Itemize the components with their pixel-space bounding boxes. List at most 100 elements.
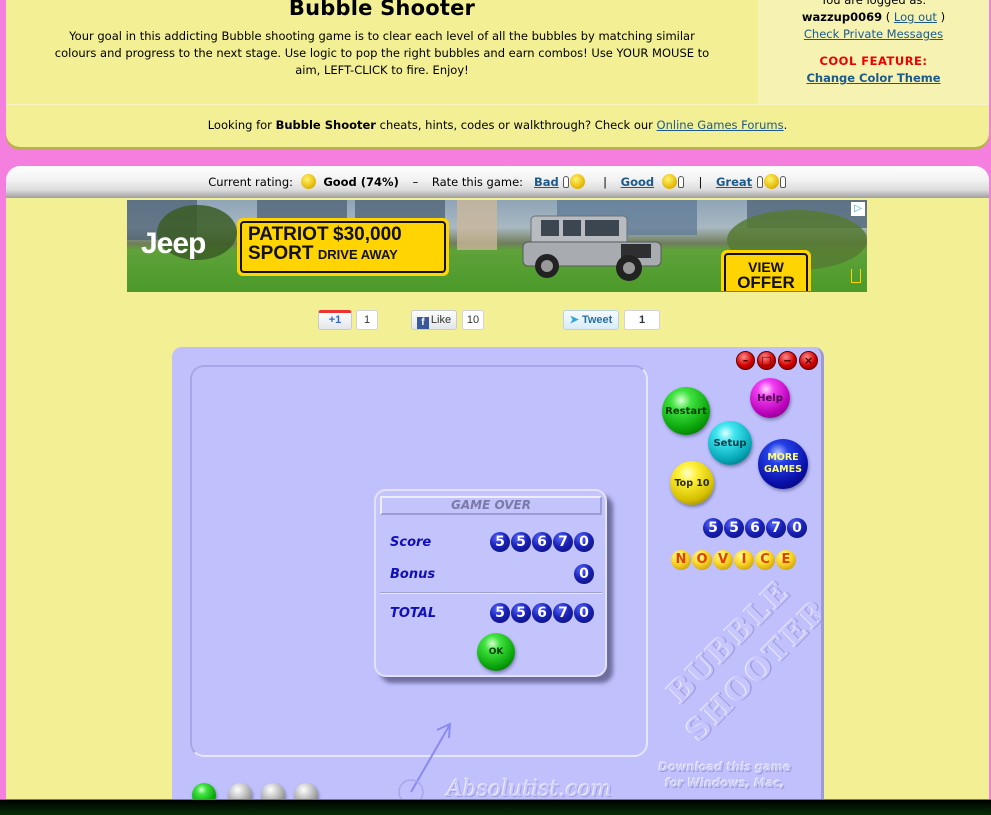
game-description: Your goal in this addicting Bubble shoot… bbox=[54, 29, 710, 77]
dialog-total: 5 5 6 7 0 bbox=[490, 603, 594, 623]
total-digit: 7 bbox=[553, 603, 573, 623]
score-digit: 5 bbox=[724, 518, 744, 538]
maximize-icon[interactable]: □ bbox=[757, 351, 776, 370]
restart-button[interactable]: Restart bbox=[662, 387, 710, 435]
bonus-label: Bonus bbox=[390, 567, 436, 582]
restore-icon[interactable]: ‒ bbox=[778, 351, 797, 370]
rate-good-link[interactable]: Good bbox=[621, 175, 654, 189]
ad-line1-a: PATRIOT bbox=[248, 224, 329, 245]
score-digit: 7 bbox=[766, 518, 786, 538]
level-letter: V bbox=[713, 550, 733, 570]
score-digit: 7 bbox=[553, 532, 573, 552]
next-bubble-gray bbox=[261, 783, 285, 799]
current-rating-value: Good (74%) bbox=[323, 175, 399, 189]
facebook-like-button[interactable]: f Like bbox=[411, 310, 457, 330]
adchoices-icon[interactable]: ▷ bbox=[851, 202, 865, 216]
rating-separator: | bbox=[603, 175, 607, 189]
logout-link[interactable]: Log out bbox=[894, 10, 937, 24]
forum-suffix: . bbox=[783, 118, 788, 132]
facebook-icon: f bbox=[416, 317, 429, 329]
score-digit: 6 bbox=[745, 518, 765, 538]
total-digit: 6 bbox=[532, 603, 552, 623]
setup-button[interactable]: Setup bbox=[708, 421, 752, 465]
page-title: Bubble Shooter bbox=[288, 0, 476, 20]
online-games-forums-link[interactable]: Online Games Forums bbox=[657, 118, 784, 132]
download-game-text[interactable]: Download this game for Windows, Mac, bbox=[650, 759, 800, 791]
logged-in-label: You are logged as: bbox=[820, 0, 927, 7]
ad-line1-b: $30,000 bbox=[333, 224, 402, 245]
thumbs-up-cool-smiley-icon[interactable] bbox=[658, 174, 685, 189]
current-rating-label: Current rating: bbox=[208, 175, 293, 189]
car-image bbox=[522, 215, 662, 281]
tweet-label: Tweet bbox=[581, 314, 613, 326]
score-digit: 5 bbox=[703, 518, 723, 538]
tweet-button[interactable]: ➤ Tweet bbox=[563, 310, 619, 330]
score-label: Score bbox=[390, 535, 432, 550]
dialog-bonus: 0 bbox=[574, 564, 594, 584]
smiley-icon bbox=[300, 174, 316, 189]
site-watermark: Absolutist.com bbox=[447, 777, 613, 799]
forum-line: Looking for Bubble Shooter cheats, hints… bbox=[6, 104, 989, 144]
forum-middle-text: cheats, hints, codes or walkthrough? Che… bbox=[379, 118, 653, 132]
dialog-score: 5 5 6 7 0 bbox=[490, 532, 594, 552]
game-over-dialog: GAME OVER Score 5 5 6 7 0 Bonus 0 TOTAL … bbox=[374, 489, 607, 677]
score-digit: 5 bbox=[490, 532, 510, 552]
minimize-icon[interactable]: – bbox=[736, 351, 755, 370]
tweet-count: 1 bbox=[624, 310, 660, 330]
google-plus-one-button[interactable]: +1 bbox=[318, 310, 352, 330]
level-letter: C bbox=[755, 550, 775, 570]
rate-game-label: Rate this game: bbox=[431, 175, 524, 189]
bubble-shooter-game[interactable]: – □ ‒ × Restart Help Setup MORE GAMES To… bbox=[172, 347, 824, 799]
rate-bad-link[interactable]: Bad bbox=[534, 175, 559, 189]
help-button[interactable]: Help bbox=[750, 378, 790, 418]
forum-game-name: Bubble Shooter bbox=[275, 118, 376, 132]
rate-great-link[interactable]: Great bbox=[716, 175, 752, 189]
cta-line2: OFFER bbox=[737, 273, 795, 292]
dialog-divider bbox=[380, 592, 602, 594]
user-box: You are logged as: wazzup0069 ( Log out … bbox=[758, 0, 989, 104]
username: wazzup0069 bbox=[801, 10, 883, 24]
facebook-like-count: 10 bbox=[462, 310, 484, 330]
user-line: wazzup0069 ( Log out ) bbox=[758, 9, 989, 26]
private-messages-link[interactable]: Check Private Messages bbox=[804, 27, 943, 41]
bonus-digit: 0 bbox=[574, 564, 594, 584]
aim-arrow-icon bbox=[398, 722, 452, 799]
top10-button[interactable]: Top 10 bbox=[670, 461, 714, 505]
rating-dash: – bbox=[412, 175, 419, 189]
cool-feature-label: COOL FEATURE: bbox=[819, 54, 928, 68]
change-color-theme-link[interactable]: Change Color Theme bbox=[806, 71, 940, 85]
rating-separator: | bbox=[698, 175, 703, 189]
score-digit: 0 bbox=[574, 532, 594, 552]
two-thumbs-up-grin-smiley-icon[interactable] bbox=[756, 174, 787, 189]
ad-banner[interactable]: Jeep PATRIOT $30,000 SPORT DRIVE AWAY VI… bbox=[127, 200, 867, 292]
logout-paren-close: ) bbox=[940, 10, 946, 24]
level-letter: N bbox=[671, 550, 691, 570]
fb-like-label: Like bbox=[430, 314, 452, 326]
score-digit: 5 bbox=[511, 532, 531, 552]
google-plus-count: 1 bbox=[356, 310, 378, 330]
level-letter: I bbox=[734, 550, 754, 570]
more-games-button[interactable]: MORE GAMES bbox=[758, 439, 808, 489]
level-letter: O bbox=[692, 550, 712, 570]
score-display: 5 5 6 7 0 bbox=[703, 518, 807, 538]
game-intro: Bubble Shooter Your goal in this addicti… bbox=[6, 0, 758, 104]
dialog-title: GAME OVER bbox=[380, 496, 602, 515]
content-area: Jeep PATRIOT $30,000 SPORT DRIVE AWAY VI… bbox=[6, 198, 989, 799]
score-digit: 0 bbox=[787, 518, 807, 538]
total-label: TOTAL bbox=[390, 606, 437, 621]
view-offer-button[interactable]: VIEW OFFER bbox=[721, 250, 811, 292]
forum-prefix: Looking for bbox=[207, 118, 272, 132]
total-digit: 5 bbox=[511, 603, 531, 623]
ok-button[interactable]: OK bbox=[477, 633, 515, 671]
download-icon bbox=[851, 269, 861, 283]
next-bubble-green bbox=[192, 783, 216, 799]
ad-line2-a: SPORT bbox=[248, 243, 314, 264]
total-digit: 5 bbox=[490, 603, 510, 623]
logout-paren-open: ( bbox=[885, 10, 891, 24]
close-icon[interactable]: × bbox=[799, 351, 818, 370]
total-digit: 0 bbox=[574, 603, 594, 623]
rating-bar: Current rating: Good (74%) – Rate this g… bbox=[6, 166, 989, 198]
thumbs-down-sad-smiley-icon[interactable] bbox=[562, 174, 589, 189]
taskbar-edge bbox=[0, 799, 991, 815]
twitter-bird-icon: ➤ bbox=[569, 314, 579, 326]
